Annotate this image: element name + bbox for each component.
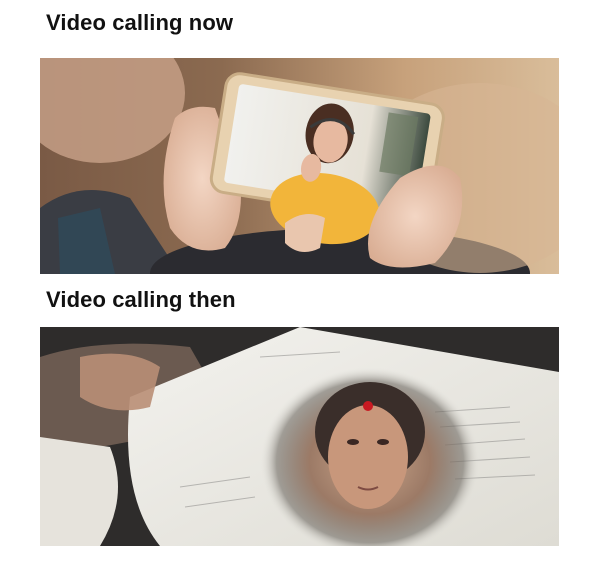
letter-photo — [40, 327, 559, 546]
smartphone-video-call-image — [40, 58, 559, 274]
handwritten-letter-portrait-image — [40, 327, 559, 546]
caption-video-calling-now: Video calling now — [46, 10, 234, 35]
video-call-photo — [40, 58, 559, 274]
caption-video-calling-then: Video calling then — [46, 287, 236, 312]
